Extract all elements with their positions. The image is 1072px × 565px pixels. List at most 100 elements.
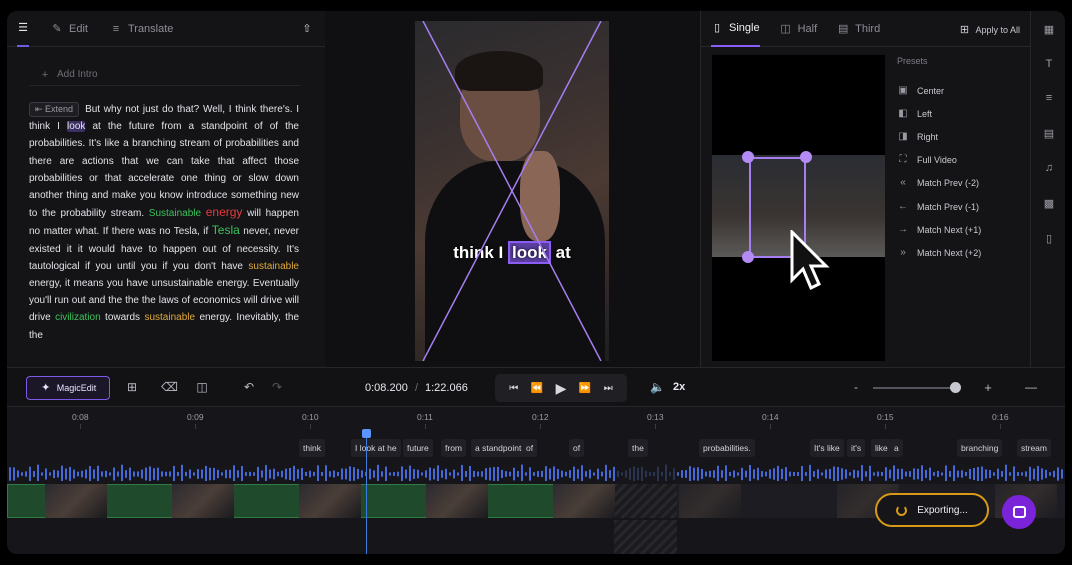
redo-icon[interactable]: ↷ (270, 380, 284, 394)
waveform-bar (565, 471, 567, 477)
waveform-bar (733, 470, 735, 478)
extend-button[interactable]: ⇤ Extend (29, 102, 80, 117)
timeline-word[interactable]: It's like (810, 439, 844, 457)
tab-translate[interactable]: ≡ Translate (110, 11, 174, 47)
keyword-sustainable-3[interactable]: sustainable (144, 312, 195, 323)
file-icon[interactable]: ▯ (1042, 232, 1056, 246)
waveform-bar (797, 471, 799, 477)
preset-match-prev-1[interactable]: ← Match Prev (-1) (897, 195, 1027, 218)
waveform-bar (361, 470, 363, 478)
waveform-bar (749, 464, 751, 481)
waveform-bar (481, 471, 483, 477)
crop-handle-bottom-left[interactable] (742, 251, 754, 263)
keyword-sustainable[interactable]: Sustainable (149, 208, 201, 219)
keyword-tesla[interactable]: Tesla (212, 223, 240, 237)
zoom-out-button[interactable]: - (849, 380, 863, 394)
timeline-word[interactable]: probabilities. (699, 439, 755, 457)
crop-handle-top-right[interactable] (800, 151, 812, 163)
waveform-bar (1061, 469, 1063, 479)
tab-translate-label: Translate (127, 22, 174, 35)
preset-match-prev-2[interactable]: « Match Prev (-2) (897, 172, 1027, 195)
tab-third[interactable]: ▤ Third (837, 11, 880, 47)
waveform-bar (545, 466, 547, 481)
rewind-icon[interactable]: ⏪ (531, 383, 543, 394)
add-intro-button[interactable]: + Add Intro (29, 64, 301, 86)
crop-source-frame[interactable] (712, 55, 885, 361)
keyword-energy[interactable]: energy (206, 205, 243, 219)
magic-edit-label: MagicEdit (56, 383, 97, 393)
playhead-handle[interactable] (362, 429, 371, 438)
presets-title: Presets (897, 56, 928, 66)
timeline-word[interactable]: the (628, 439, 648, 457)
collapse-icon[interactable]: — (1024, 380, 1038, 394)
tab-half[interactable]: ◫ Half (780, 11, 817, 47)
waveform-bar (805, 472, 807, 476)
preset-right[interactable]: ◨ Right (897, 125, 1027, 148)
zoom-in-button[interactable]: + (981, 380, 995, 395)
play-icon[interactable]: ▶ (556, 380, 567, 397)
preset-match-next-2[interactable]: » Match Next (+2) (897, 241, 1027, 264)
transcript-panel: ☰ ✎ Edit ≡ Translate ⇧ + Add Intro ⇤ Extend… (7, 11, 325, 367)
split-icon[interactable]: ◫ (195, 380, 209, 394)
waveform-bar (369, 468, 371, 480)
timeline-word[interactable]: of (522, 439, 538, 457)
tab-document[interactable]: ☰ (17, 11, 29, 47)
preset-full-video[interactable]: ⛶ Full Video (897, 149, 1027, 172)
timeline-word[interactable]: of (569, 439, 585, 457)
waveform-bar (645, 470, 647, 478)
timeline-word[interactable]: a (890, 439, 903, 457)
undo-icon[interactable]: ↶ (242, 380, 256, 394)
eraser-icon[interactable]: ⌫ (161, 380, 178, 394)
timeline[interactable]: 0:08 0:09 0:10 0:11 0:12 0:13 0:14 0:15 0:16 thi… (7, 407, 1065, 554)
zoom-slider-handle[interactable] (949, 382, 961, 393)
waveform-bar (13, 467, 15, 481)
keyword-sustainable-2[interactable]: sustainable (248, 261, 299, 272)
apply-to-all-button[interactable]: ⊞ Apply to All (958, 24, 1020, 36)
camera-icon[interactable]: ▩ (1042, 197, 1056, 211)
timeline-tick-mark (655, 424, 656, 429)
timeline-word[interactable]: a standpoint (471, 439, 526, 457)
captions-icon[interactable]: ≡ (1042, 92, 1056, 106)
zoom-slider-track[interactable] (873, 387, 959, 389)
fast-forward-icon[interactable]: ⏩ (579, 383, 591, 394)
preset-left[interactable]: ◧ Left (897, 102, 1027, 125)
transcript-text[interactable]: ⇤ Extend But why not just do that? Well, … (29, 101, 299, 344)
timeline-word[interactable]: think (299, 439, 325, 457)
timeline-word[interactable]: from (441, 439, 466, 457)
waveform-bar (985, 469, 987, 479)
text-icon[interactable]: T (1042, 58, 1056, 72)
waveform-bar (537, 471, 539, 477)
crop-handle-top-left[interactable] (742, 151, 754, 163)
timeline-word[interactable]: future (403, 439, 433, 457)
skip-end-icon[interactable]: ⏭ (604, 383, 613, 394)
volume-icon[interactable]: 🔈 (650, 380, 665, 394)
music-icon[interactable]: ♫ (1042, 162, 1056, 176)
layout-icon[interactable]: ▦ (1042, 23, 1056, 37)
timeline-word[interactable]: I look at he (351, 439, 401, 457)
skip-start-icon[interactable]: ⏮ (509, 383, 518, 394)
waveform-bar (117, 471, 119, 477)
timeline-word[interactable]: it's (847, 439, 866, 457)
preset-label: Left (917, 108, 933, 119)
tab-single[interactable]: ▯ Single (711, 11, 760, 47)
chat-support-button[interactable] (1002, 495, 1036, 529)
waveform-bar (473, 470, 475, 478)
magic-edit-button[interactable]: ✦ MagicEdit (26, 376, 110, 400)
waveform-bar (765, 471, 767, 477)
tab-edit[interactable]: ✎ Edit (51, 11, 88, 47)
preset-match-next-1[interactable]: → Match Next (+1) (897, 218, 1027, 241)
timeline-word[interactable]: branching (957, 439, 1003, 457)
timeline-word[interactable]: stream (1017, 439, 1051, 457)
timeline-word[interactable]: like (871, 439, 892, 457)
preset-label: Match Prev (-2) (917, 178, 980, 189)
playback-speed[interactable]: 2x (673, 381, 685, 393)
export-icon[interactable]: ⇧ (301, 23, 313, 35)
waveform-bar (73, 469, 75, 479)
preset-center[interactable]: ▣ Center (897, 79, 1027, 102)
exporting-status-button[interactable]: Exporting... (875, 493, 989, 527)
transcript-current-word[interactable]: look (67, 121, 86, 133)
add-clip-icon[interactable]: ⊞ (125, 380, 139, 394)
waveform-bar (357, 468, 359, 480)
keyword-civilization[interactable]: civilization (55, 312, 101, 323)
media-icon[interactable]: ▤ (1042, 127, 1056, 141)
